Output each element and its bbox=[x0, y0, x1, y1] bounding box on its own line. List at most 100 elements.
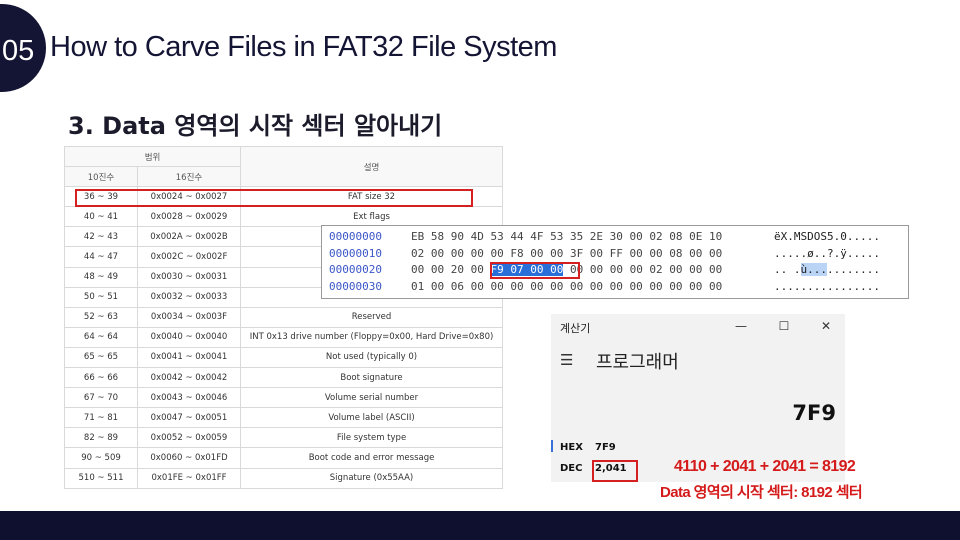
range-decimal-cell: 65 ~ 65 bbox=[64, 346, 138, 369]
range-hex-cell: 0x0052 ~ 0x0059 bbox=[136, 427, 242, 449]
minimize-button[interactable]: — bbox=[729, 316, 753, 336]
selected-ascii-text: ù... bbox=[800, 263, 827, 276]
close-button[interactable]: ✕ bbox=[814, 316, 838, 336]
hex-bytes-text: 02 00 00 00 00 F8 00 00 3F 00 FF 00 00 0… bbox=[411, 246, 723, 260]
hex-offset: 00000010 bbox=[329, 246, 382, 260]
range-decimal-cell: 50 ~ 51 bbox=[64, 286, 138, 308]
table-row: 71 ~ 81 0x0047 ~ 0x0051 Volume label (ASCI… bbox=[64, 407, 504, 429]
ascii-text: ëX.MSDOS5.0..... bbox=[774, 230, 880, 243]
hamburger-icon[interactable]: ☰ bbox=[560, 351, 573, 369]
ascii-column: ëX.MSDOS5.0..... bbox=[774, 229, 880, 245]
footer-bar bbox=[0, 511, 960, 540]
hex-bytes-text: EB 58 90 4D 53 44 4F 53 35 2E 30 00 02 0… bbox=[411, 230, 723, 243]
slide-subtitle: 3. Data 영역의 시작 섹터 알아내기 bbox=[68, 112, 443, 140]
calculator-mode: 프로그래머 bbox=[596, 352, 679, 373]
range-decimal-cell: 71 ~ 81 bbox=[64, 407, 138, 429]
hex-bytes[interactable]: 02 00 00 00 00 F8 00 00 3F 00 FF 00 00 0… bbox=[411, 246, 722, 262]
hex-bytes-text: 01 00 06 00 00 00 00 00 00 00 00 00 00 0… bbox=[411, 279, 723, 293]
hex-offset: 00000000 bbox=[329, 230, 382, 243]
dec-value-highlight bbox=[592, 460, 638, 482]
range-hex-cell: 0x0043 ~ 0x0046 bbox=[136, 387, 242, 409]
range-decimal-cell: 82 ~ 89 bbox=[64, 427, 138, 449]
hex-offset: 00000020 bbox=[329, 263, 382, 276]
ascii-text: .....ø..?.ÿ..... bbox=[774, 246, 880, 260]
table-row: 510 ~ 511 0x01FE ~ 0x01FF Signature (0x55A… bbox=[64, 467, 504, 489]
description-cell: File system type bbox=[240, 427, 504, 449]
ascii-text: ........ bbox=[827, 263, 880, 276]
calculator-display: 7F9 bbox=[792, 401, 836, 425]
range-hex-cell: 0x0032 ~ 0x0033 bbox=[136, 286, 242, 308]
hex-header: 16진수 bbox=[136, 166, 242, 188]
description-cell: Signature (0x55AA) bbox=[240, 467, 504, 489]
ascii-text: ................ bbox=[774, 279, 880, 293]
selected-radix-indicator bbox=[551, 440, 553, 452]
range-decimal-cell: 40 ~ 41 bbox=[64, 206, 138, 228]
range-hex-cell: 0x0040 ~ 0x0040 bbox=[136, 326, 242, 348]
range-hex-cell: 0x01FE ~ 0x01FF bbox=[136, 467, 242, 489]
description-header: 설명 bbox=[240, 145, 504, 188]
table-row: 40 ~ 41 0x0028 ~ 0x0029 Ext flags bbox=[64, 206, 504, 228]
table-row: 90 ~ 509 0x0060 ~ 0x01FD Boot code and err… bbox=[64, 447, 504, 469]
decimal-header: 10진수 bbox=[64, 166, 138, 188]
data-start-result: Data 영역의 시작 섹터: 8192 섹터 bbox=[660, 484, 863, 501]
description-cell: Reserved bbox=[240, 306, 504, 328]
range-decimal-cell: 66 ~ 66 bbox=[64, 367, 138, 389]
ascii-column: .. .ù........... bbox=[774, 262, 880, 278]
sector-formula: 4110 + 2041 + 2041 = 8192 bbox=[674, 458, 856, 475]
section-number-badge: 05 bbox=[0, 4, 46, 92]
range-hex-cell: 0x002A ~ 0x002B bbox=[136, 226, 242, 248]
hex-editor-panel: 00000000 EB 58 90 4D 53 44 4F 53 35 2E 30… bbox=[321, 225, 909, 299]
description-cell: Volume serial number bbox=[240, 387, 504, 409]
table-row: 67 ~ 70 0x0043 ~ 0x0046 Volume serial numb… bbox=[64, 387, 504, 409]
table-row: 65 ~ 65 0x0041 ~ 0x0041 Not used (typicall… bbox=[64, 346, 504, 369]
hex-row: 00000000 EB 58 90 4D 53 44 4F 53 35 2E 30… bbox=[329, 229, 880, 245]
table-row: 66 ~ 66 0x0042 ~ 0x0042 Boot signature bbox=[64, 367, 504, 389]
description-cell: Ext flags bbox=[240, 206, 504, 228]
hex-bytes-text: 00 00 00 00 02 00 00 00 bbox=[563, 263, 723, 276]
range-decimal-cell: 48 ~ 49 bbox=[64, 266, 138, 288]
range-hex-cell: 0x0042 ~ 0x0042 bbox=[136, 367, 242, 389]
calculator-title: 계산기 bbox=[560, 322, 591, 335]
hex-bytes[interactable]: 01 00 06 00 00 00 00 00 00 00 00 00 00 0… bbox=[411, 279, 722, 295]
table-row: 64 ~ 64 0x0040 ~ 0x0040 INT 0x13 drive num… bbox=[64, 326, 504, 348]
range-decimal-cell: 64 ~ 64 bbox=[64, 326, 138, 348]
fat-size-bytes-highlight bbox=[490, 262, 580, 279]
range-decimal-cell: 42 ~ 43 bbox=[64, 226, 138, 248]
hex-radix-label[interactable]: HEX bbox=[560, 442, 583, 453]
hex-offset: 00000030 bbox=[329, 279, 382, 293]
range-hex-cell: 0x0047 ~ 0x0051 bbox=[136, 407, 242, 429]
hex-bytes-text: 00 00 20 00 bbox=[411, 263, 491, 276]
ascii-column: ................ bbox=[774, 279, 880, 295]
description-cell: Boot code and error message bbox=[240, 447, 504, 469]
range-decimal-cell: 67 ~ 70 bbox=[64, 387, 138, 409]
table-row: 52 ~ 63 0x0034 ~ 0x003F Reserved bbox=[64, 306, 504, 328]
hex-bytes[interactable]: EB 58 90 4D 53 44 4F 53 35 2E 30 00 02 0… bbox=[411, 229, 722, 245]
range-decimal-cell: 52 ~ 63 bbox=[64, 306, 138, 328]
range-decimal-cell: 44 ~ 47 bbox=[64, 246, 138, 268]
maximize-button[interactable]: ☐ bbox=[772, 316, 796, 336]
range-hex-cell: 0x002C ~ 0x002F bbox=[136, 246, 242, 268]
range-hex-cell: 0x0060 ~ 0x01FD bbox=[136, 447, 242, 469]
slide-title: How to Carve Files in FAT32 File System bbox=[50, 31, 557, 63]
calculator-window: 계산기 — ☐ ✕ ☰ 프로그래머 7F9 HEX 7F9 DEC 2,041 bbox=[551, 314, 845, 482]
hex-row: 00000010 02 00 00 00 00 F8 00 00 3F 00 FF… bbox=[329, 246, 880, 262]
description-cell: INT 0x13 drive number (Floppy=0x00, Hard… bbox=[240, 326, 504, 348]
description-cell: Boot signature bbox=[240, 367, 504, 389]
range-hex-cell: 0x0028 ~ 0x0029 bbox=[136, 206, 242, 228]
ascii-text: .. . bbox=[774, 263, 801, 276]
ascii-column: .....ø..?.ÿ..... bbox=[774, 246, 880, 262]
range-hex-cell: 0x0030 ~ 0x0031 bbox=[136, 266, 242, 288]
hex-radix-value: 7F9 bbox=[595, 442, 616, 453]
range-hex-cell: 0x0041 ~ 0x0041 bbox=[136, 346, 242, 369]
range-decimal-cell: 90 ~ 509 bbox=[64, 447, 138, 469]
description-cell: Volume label (ASCII) bbox=[240, 407, 504, 429]
description-cell: Not used (typically 0) bbox=[240, 346, 504, 369]
range-header: 범위 bbox=[63, 145, 242, 168]
table-row: 82 ~ 89 0x0052 ~ 0x0059 File system type bbox=[64, 427, 504, 449]
fat-size-highlight bbox=[75, 189, 473, 207]
dec-radix-label[interactable]: DEC bbox=[560, 463, 582, 474]
range-hex-cell: 0x0034 ~ 0x003F bbox=[136, 306, 242, 328]
range-decimal-cell: 510 ~ 511 bbox=[64, 467, 138, 489]
hex-row: 00000030 01 00 06 00 00 00 00 00 00 00 00… bbox=[329, 279, 880, 295]
section-number: 05 bbox=[2, 35, 35, 67]
